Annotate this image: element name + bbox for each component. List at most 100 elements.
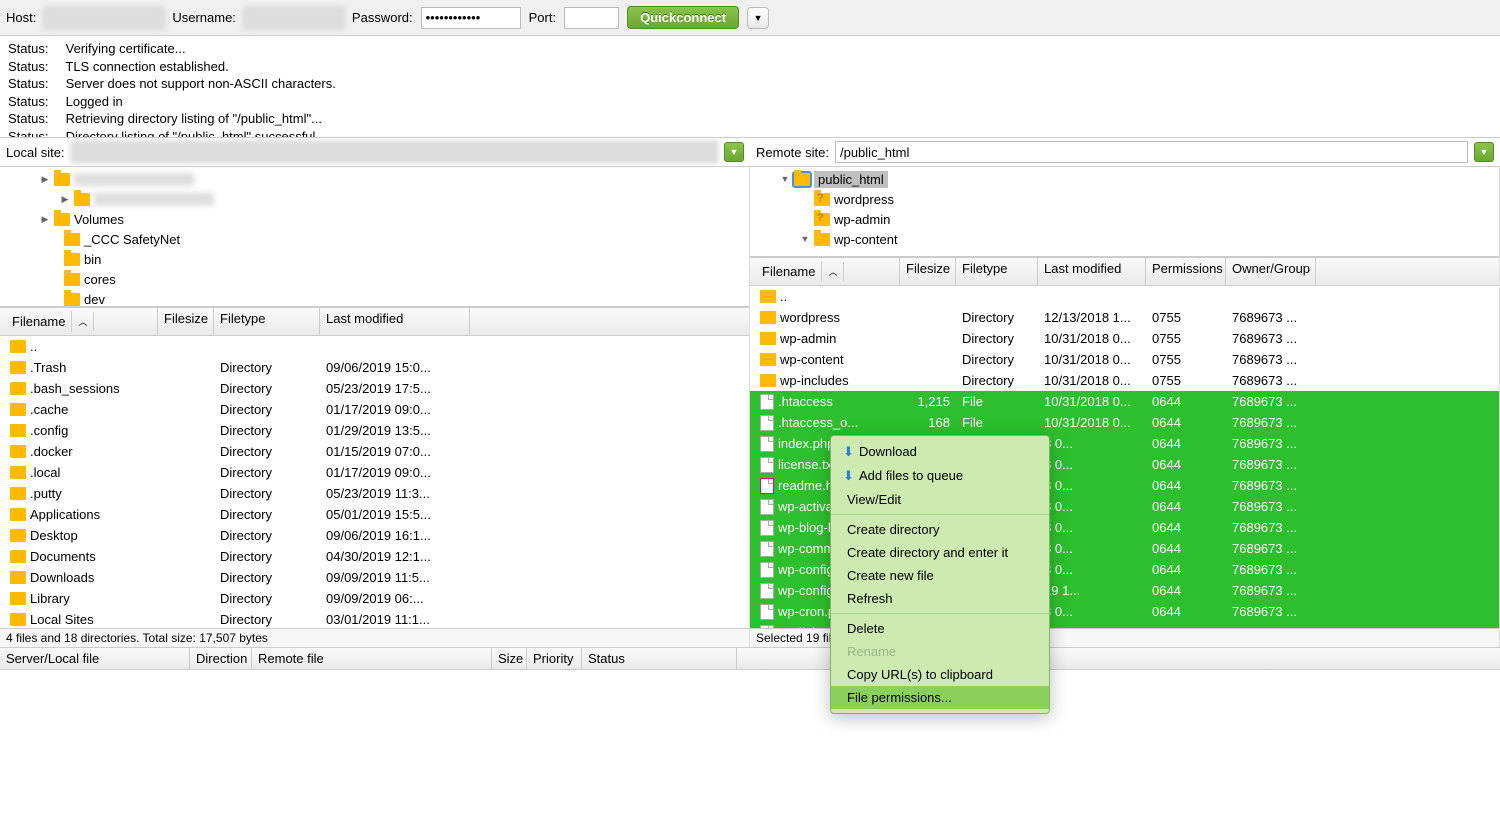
- host-input[interactable]: [44, 7, 164, 29]
- col-filetype[interactable]: Filetype: [214, 308, 320, 335]
- list-item[interactable]: .configDirectory01/29/2019 13:5...: [0, 420, 749, 441]
- list-item[interactable]: Local SitesDirectory03/01/2019 11:1...: [0, 609, 749, 628]
- file-icon: [760, 541, 774, 557]
- menu-create-dir[interactable]: Create directory: [831, 518, 1049, 541]
- file-icon: [760, 478, 774, 494]
- folder-icon: [64, 233, 80, 246]
- local-file-list[interactable]: ...TrashDirectory09/06/2019 15:0....bash…: [0, 336, 749, 628]
- file-icon: [760, 457, 774, 473]
- list-item[interactable]: .bash_sessionsDirectory05/23/2019 17:5..…: [0, 378, 749, 399]
- col-status[interactable]: Status: [582, 648, 737, 669]
- tree-item[interactable]: wordpress: [750, 189, 1499, 209]
- list-item[interactable]: .htaccess1,215File10/31/2018 0...0644768…: [750, 391, 1499, 412]
- menu-refresh[interactable]: Refresh: [831, 587, 1049, 610]
- chevron-down-icon: ▼: [1480, 147, 1489, 157]
- list-item[interactable]: ApplicationsDirectory05/01/2019 15:5...: [0, 504, 749, 525]
- list-item[interactable]: wordpressDirectory12/13/2018 1...0755768…: [750, 307, 1499, 328]
- list-item[interactable]: wp-contentDirectory10/31/2018 0...075576…: [750, 349, 1499, 370]
- list-item[interactable]: .localDirectory01/17/2019 09:0...: [0, 462, 749, 483]
- remote-site-dropdown[interactable]: ▼: [1474, 142, 1494, 162]
- menu-create-file[interactable]: Create new file: [831, 564, 1049, 587]
- folder-icon: [760, 374, 776, 387]
- menu-delete[interactable]: Delete: [831, 617, 1049, 640]
- username-input[interactable]: [244, 7, 344, 29]
- menu-create-dir-enter[interactable]: Create directory and enter it: [831, 541, 1049, 564]
- list-item[interactable]: .cacheDirectory01/17/2019 09:0...: [0, 399, 749, 420]
- folder-icon: [760, 290, 776, 303]
- file-icon: [760, 394, 774, 410]
- remote-site-input[interactable]: [835, 141, 1468, 163]
- col-modified[interactable]: Last modified: [1038, 258, 1146, 285]
- quickconnect-dropdown[interactable]: ▼: [747, 7, 769, 29]
- col-size[interactable]: Size: [492, 648, 527, 669]
- col-priority[interactable]: Priority: [527, 648, 582, 669]
- tree-item[interactable]: ▼wp-content: [750, 229, 1499, 249]
- local-pane: ▶▶▶Volumes_CCC SafetyNetbincoresdevetc F…: [0, 167, 750, 647]
- folder-icon: [10, 424, 26, 437]
- file-icon: [760, 520, 774, 536]
- local-site-input[interactable]: [71, 141, 718, 163]
- list-item[interactable]: ..: [750, 286, 1499, 307]
- col-filename[interactable]: Filename ︿: [0, 308, 158, 335]
- col-filesize[interactable]: Filesize: [158, 308, 214, 335]
- folder-icon: [10, 550, 26, 563]
- menu-add-queue[interactable]: ⬇Add files to queue: [831, 464, 1049, 488]
- tree-item[interactable]: ▼public_html: [750, 169, 1499, 189]
- local-tree[interactable]: ▶▶▶Volumes_CCC SafetyNetbincoresdevetc: [0, 167, 749, 307]
- col-owner[interactable]: Owner/Group: [1226, 258, 1316, 285]
- folder-icon: [814, 193, 830, 206]
- tree-item[interactable]: cores: [0, 269, 749, 289]
- col-filesize[interactable]: Filesize: [900, 258, 956, 285]
- menu-copy-url[interactable]: Copy URL(s) to clipboard: [831, 663, 1049, 686]
- col-modified[interactable]: Last modified: [320, 308, 470, 335]
- folder-icon: [54, 213, 70, 226]
- menu-download[interactable]: ⬇Download: [831, 440, 1049, 464]
- list-item[interactable]: .htaccess_o...168File10/31/2018 0...0644…: [750, 412, 1499, 433]
- chevron-down-icon: ▼: [730, 147, 739, 157]
- list-item[interactable]: .TrashDirectory09/06/2019 15:0...: [0, 357, 749, 378]
- port-input[interactable]: [564, 7, 619, 29]
- file-icon: [760, 625, 774, 629]
- menu-view-edit[interactable]: View/Edit: [831, 488, 1049, 511]
- menu-file-permissions[interactable]: File permissions...: [831, 686, 1049, 709]
- col-remote-file[interactable]: Remote file: [252, 648, 492, 669]
- list-item[interactable]: wp-includesDirectory10/31/2018 0...07557…: [750, 370, 1499, 391]
- col-permissions[interactable]: Permissions: [1146, 258, 1226, 285]
- tree-item[interactable]: ▶Volumes: [0, 209, 749, 229]
- folder-icon: [10, 340, 26, 353]
- file-icon: [760, 583, 774, 599]
- sort-asc-icon: ︿: [72, 312, 94, 331]
- col-direction[interactable]: Direction: [190, 648, 252, 669]
- host-label: Host:: [6, 10, 36, 25]
- remote-site-label: Remote site:: [756, 145, 829, 160]
- list-item[interactable]: ..: [0, 336, 749, 357]
- tree-item[interactable]: dev: [0, 289, 749, 307]
- col-server-file[interactable]: Server/Local file: [0, 648, 190, 669]
- remote-tree[interactable]: ▼public_htmlwordpresswp-admin▼wp-content: [750, 167, 1499, 257]
- col-filetype[interactable]: Filetype: [956, 258, 1038, 285]
- status-log[interactable]: Status: Verifying certificate...Status: …: [0, 36, 1500, 138]
- list-item[interactable]: .puttyDirectory05/23/2019 11:3...: [0, 483, 749, 504]
- list-item[interactable]: DesktopDirectory09/06/2019 16:1...: [0, 525, 749, 546]
- list-item[interactable]: LibraryDirectory09/09/2019 06:...: [0, 588, 749, 609]
- list-item[interactable]: DocumentsDirectory04/30/2019 12:1...: [0, 546, 749, 567]
- queue-columns: Server/Local file Direction Remote file …: [0, 647, 1500, 670]
- folder-icon: [10, 508, 26, 521]
- list-item[interactable]: wp-adminDirectory10/31/2018 0...07557689…: [750, 328, 1499, 349]
- file-icon: [760, 562, 774, 578]
- folder-icon: [10, 613, 26, 626]
- folder-icon: [760, 311, 776, 324]
- tree-item[interactable]: bin: [0, 249, 749, 269]
- queue-icon: ⬇: [843, 468, 857, 484]
- password-input[interactable]: [421, 7, 521, 29]
- tree-item[interactable]: wp-admin: [750, 209, 1499, 229]
- tree-item[interactable]: _CCC SafetyNet: [0, 229, 749, 249]
- list-item[interactable]: DownloadsDirectory09/09/2019 11:5...: [0, 567, 749, 588]
- col-filename[interactable]: Filename ︿: [750, 258, 900, 285]
- quickconnect-button[interactable]: Quickconnect: [627, 6, 739, 29]
- site-bar: Local site: ▼ Remote site: ▼: [0, 138, 1500, 167]
- list-item[interactable]: .dockerDirectory01/15/2019 07:0...: [0, 441, 749, 462]
- local-site-dropdown[interactable]: ▼: [724, 142, 744, 162]
- local-status: 4 files and 18 directories. Total size: …: [0, 628, 749, 647]
- local-columns: Filename ︿ Filesize Filetype Last modifi…: [0, 307, 749, 336]
